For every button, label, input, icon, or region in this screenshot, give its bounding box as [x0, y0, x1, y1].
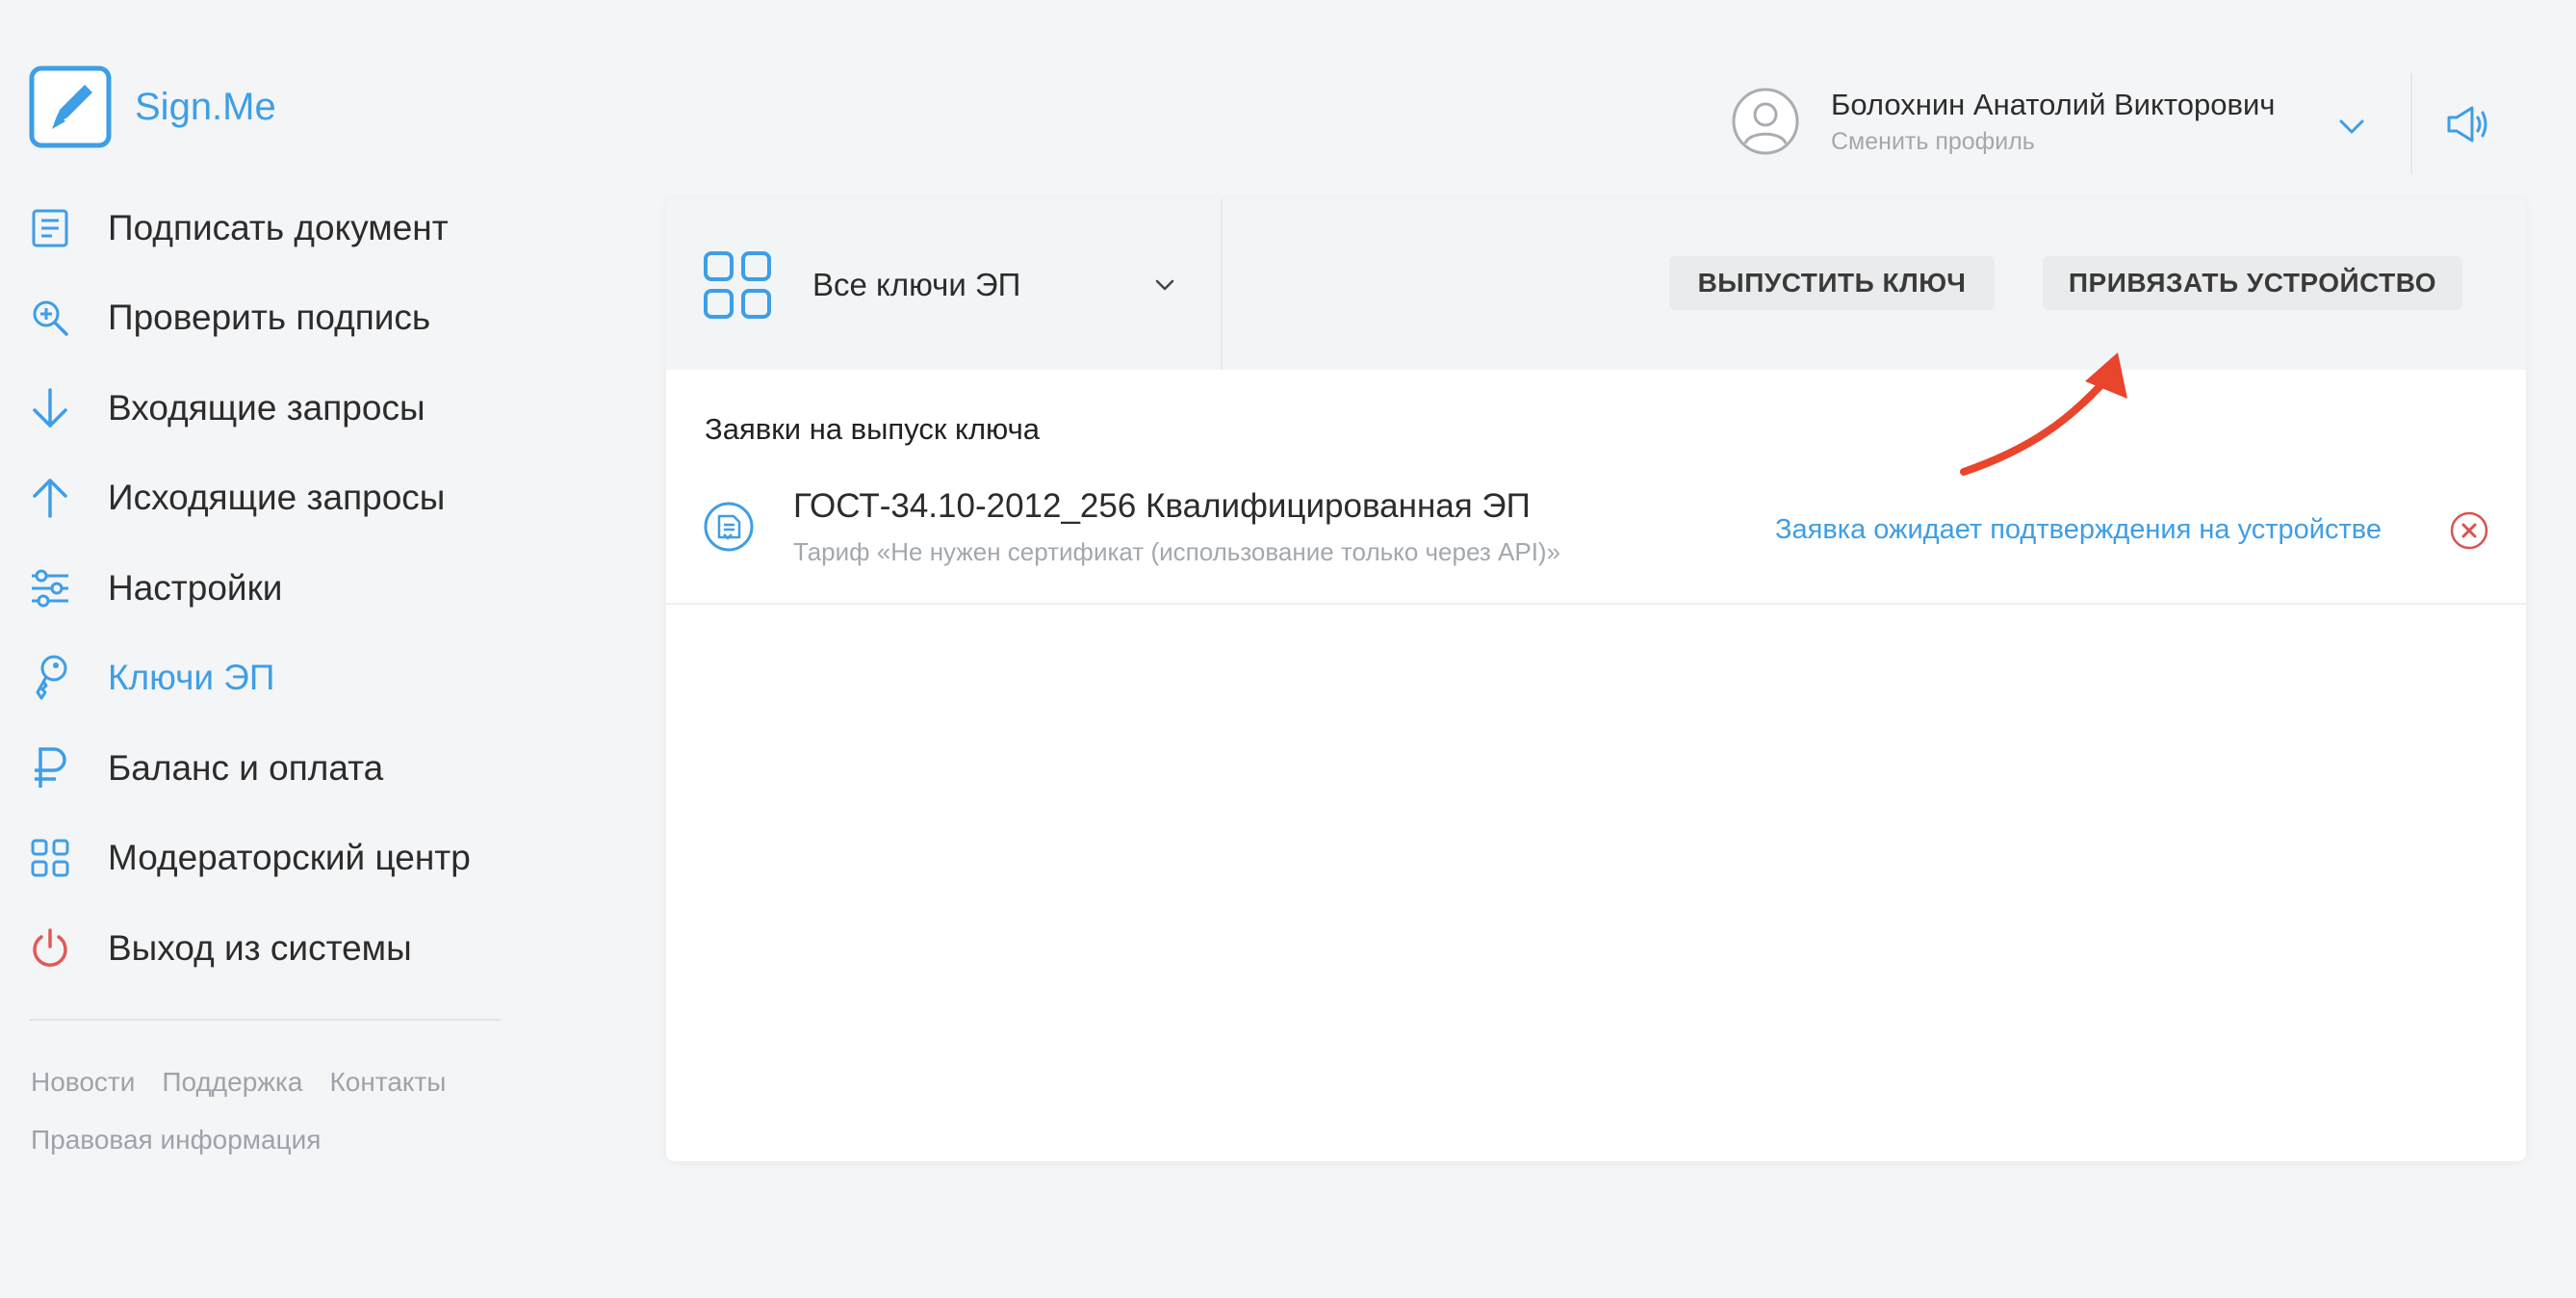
- user-text: Болохнин Анатолий Викторович Сменить про…: [1831, 88, 2275, 156]
- toolbar-divider: [1221, 198, 1223, 370]
- sidebar-item-sign-document[interactable]: Подписать документ: [29, 183, 510, 273]
- sidebar-item-incoming-requests[interactable]: Входящие запросы: [29, 363, 510, 454]
- chevron-down-icon[interactable]: [2337, 112, 2366, 141]
- sidebar-item-label: Проверить подпись: [108, 298, 431, 338]
- sidebar-item-verify-signature[interactable]: Проверить подпись: [29, 273, 510, 364]
- keys-panel: Все ключи ЭП ВЫПУСТИТЬ КЛЮЧ ПРИВЯЗАТЬ УС…: [666, 198, 2526, 1161]
- annotation-arrow: [1960, 352, 2127, 476]
- logo[interactable]: Sign.Me: [29, 65, 276, 148]
- chevron-down-icon: [1155, 279, 1174, 291]
- sidebar-item-label: Исходящие запросы: [108, 478, 446, 518]
- certificate-request-icon: [704, 502, 754, 552]
- footer-links: Новости Поддержка Контакты Правовая инфо…: [31, 1067, 512, 1182]
- pen-in-square-icon: [29, 65, 112, 148]
- app-name: Sign.Me: [135, 85, 276, 128]
- document-icon: [29, 207, 71, 249]
- user-profile-menu[interactable]: Болохнин Анатолий Викторович Сменить про…: [1731, 87, 2275, 156]
- sidebar-item-moderator-center[interactable]: Модераторский центр: [29, 814, 510, 904]
- keys-filter-label: Все ключи ЭП: [812, 267, 1021, 302]
- search-plus-icon: [29, 297, 71, 339]
- megaphone-icon[interactable]: [2445, 102, 2489, 146]
- sidebar-item-label: Модераторский центр: [108, 838, 471, 878]
- request-title: ГОСТ-34.10-2012_256 Квалифицированная ЭП: [793, 487, 1531, 525]
- header-divider: [2410, 73, 2412, 173]
- footer-link-news[interactable]: Новости: [31, 1067, 135, 1098]
- sidebar-divider: [29, 1019, 501, 1021]
- user-avatar-icon: [1732, 88, 1799, 155]
- request-tariff: Тариф «Не нужен сертификат (использовани…: [793, 537, 1561, 566]
- sidebar-item-keys[interactable]: Ключи ЭП: [29, 634, 510, 724]
- list-item: ГОСТ-34.10-2012_256 Квалифицированная ЭП…: [666, 478, 2526, 605]
- switch-profile-link[interactable]: Сменить профиль: [1831, 128, 2275, 156]
- footer-link-legal[interactable]: Правовая информация: [31, 1125, 321, 1155]
- panel-toolbar: Все ключи ЭП ВЫПУСТИТЬ КЛЮЧ ПРИВЯЗАТЬ УС…: [666, 198, 2526, 370]
- sidebar-item-outgoing-requests[interactable]: Исходящие запросы: [29, 454, 510, 544]
- ruble-icon: [29, 747, 71, 790]
- key-icon: [29, 655, 71, 700]
- sidebar-item-label: Баланс и оплата: [108, 747, 384, 788]
- sidebar-item-label: Настройки: [108, 567, 283, 608]
- bind-device-button[interactable]: ПРИВЯЗАТЬ УСТРОЙСТВО: [2043, 256, 2462, 310]
- user-name: Болохнин Анатолий Викторович: [1831, 87, 2276, 121]
- sidebar-item-logout[interactable]: Выход из системы: [29, 903, 510, 994]
- power-icon: [29, 927, 71, 970]
- sidebar-item-label: Подписать документ: [108, 207, 449, 247]
- sliders-icon: [29, 567, 71, 610]
- sidebar-item-label: Выход из системы: [108, 927, 412, 968]
- footer-link-contacts[interactable]: Контакты: [329, 1067, 446, 1098]
- sidebar-item-balance[interactable]: Баланс и оплата: [29, 723, 510, 814]
- keys-filter-select[interactable]: Все ключи ЭП: [703, 250, 1203, 320]
- sidebar-item-label: Ключи ЭП: [108, 658, 275, 698]
- section-title: Заявки на выпуск ключа: [705, 412, 1041, 446]
- sidebar-item-settings[interactable]: Настройки: [29, 543, 510, 634]
- grid-icon: [704, 251, 771, 319]
- issue-key-button[interactable]: ВЫПУСТИТЬ КЛЮЧ: [1669, 256, 1995, 310]
- arrow-up-icon: [29, 477, 71, 519]
- request-status-link[interactable]: Заявка ожидает подтверждения на устройст…: [1775, 514, 2382, 546]
- grid-icon: [29, 837, 71, 879]
- sidebar-item-label: Входящие запросы: [108, 387, 425, 428]
- sidebar-nav: Подписать документ Проверить подпись Вхо…: [29, 183, 510, 994]
- app-root: Sign.Me Подписать документ Проверить под…: [0, 0, 2576, 1298]
- close-circle-icon[interactable]: [2449, 510, 2489, 551]
- footer-link-support[interactable]: Поддержка: [162, 1067, 302, 1098]
- arrow-down-icon: [29, 387, 71, 429]
